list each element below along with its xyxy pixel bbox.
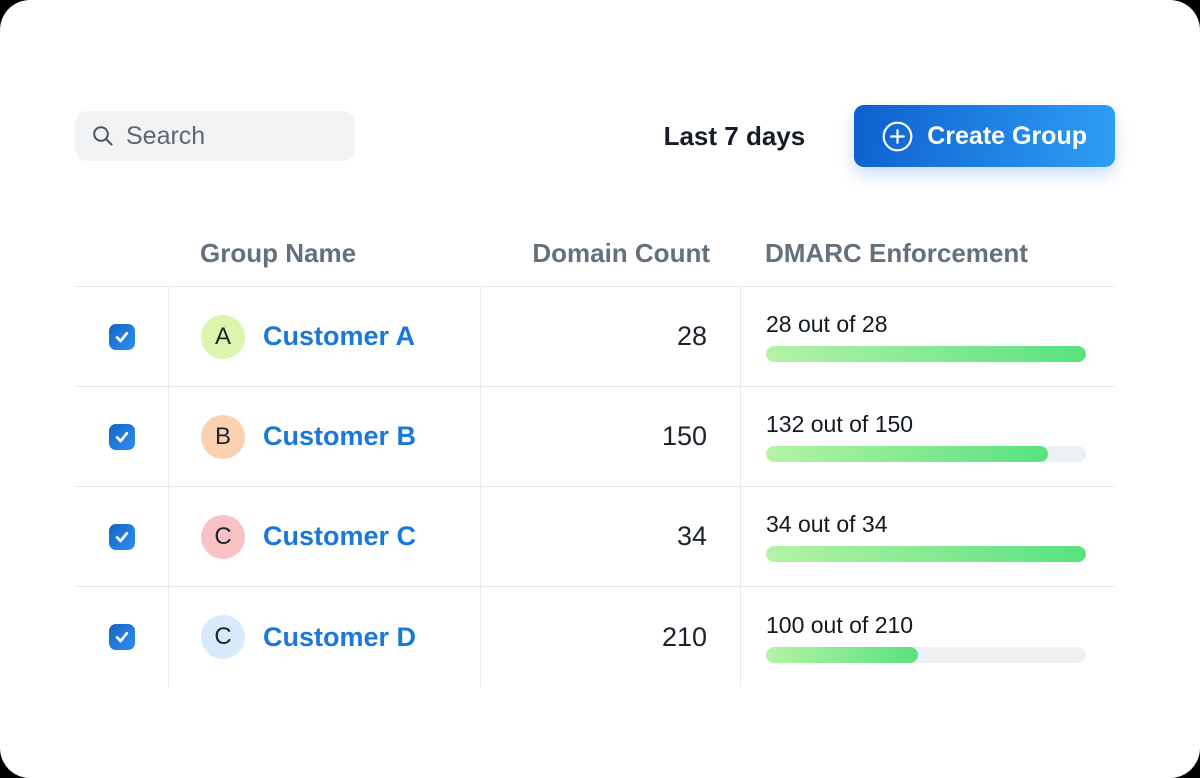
table-row: C Customer D 210 100 out of 210 [75, 587, 1115, 687]
avatar-letter: A [215, 323, 231, 351]
checkmark-icon [113, 328, 131, 346]
avatar-letter: B [215, 423, 231, 451]
search-icon [91, 124, 115, 148]
checkmark-icon [113, 428, 131, 446]
avatar: A [201, 315, 245, 359]
group-name-link[interactable]: Customer D [263, 622, 416, 653]
domain-count-cell: 34 [480, 487, 740, 586]
progress-fill [766, 346, 1086, 362]
table-header: Group Name Domain Count DMARC Enforcemen… [75, 220, 1115, 287]
enforcement-label: 28 out of 28 [766, 311, 888, 338]
select-cell [75, 587, 168, 687]
group-name-link[interactable]: Customer B [263, 421, 416, 452]
select-cell [75, 487, 168, 586]
enforcement-label: 100 out of 210 [766, 612, 913, 639]
column-header-dmarc-enforcement: DMARC Enforcement [740, 238, 1115, 269]
enforcement-label: 34 out of 34 [766, 511, 888, 538]
group-name-cell: A Customer A [168, 287, 480, 386]
main-content: Last 7 days Create Group Group Name Doma… [75, 0, 1115, 687]
domain-count-cell: 210 [480, 587, 740, 687]
domain-count-cell: 150 [480, 387, 740, 486]
dmarc-cell: 34 out of 34 [740, 487, 1115, 586]
create-group-button[interactable]: Create Group [854, 105, 1115, 167]
group-name-cell: B Customer B [168, 387, 480, 486]
domain-count-value: 28 [677, 321, 707, 352]
select-cell [75, 287, 168, 386]
checkmark-icon [113, 628, 131, 646]
search-box[interactable] [75, 111, 355, 161]
date-range-selector[interactable]: Last 7 days [664, 121, 806, 152]
checkmark-icon [113, 528, 131, 546]
progress-bar [766, 647, 1086, 663]
avatar: B [201, 415, 245, 459]
column-header-group-name: Group Name [168, 238, 480, 269]
toolbar: Last 7 days Create Group [75, 105, 1115, 167]
dmarc-cell: 132 out of 150 [740, 387, 1115, 486]
select-cell [75, 387, 168, 486]
progress-bar [766, 446, 1086, 462]
group-name-link[interactable]: Customer A [263, 321, 415, 352]
group-name-cell: C Customer C [168, 487, 480, 586]
card: Last 7 days Create Group Group Name Doma… [0, 0, 1200, 778]
domain-count-value: 34 [677, 521, 707, 552]
row-checkbox[interactable] [109, 424, 135, 450]
domain-count-cell: 28 [480, 287, 740, 386]
avatar-letter: C [214, 623, 231, 651]
search-input[interactable] [126, 122, 341, 151]
groups-table: Group Name Domain Count DMARC Enforcemen… [75, 220, 1115, 687]
dmarc-cell: 28 out of 28 [740, 287, 1115, 386]
group-name-link[interactable]: Customer C [263, 521, 416, 552]
progress-fill [766, 546, 1086, 562]
avatar: C [201, 515, 245, 559]
table-body: A Customer A 28 28 out of 28 B Cus [75, 287, 1115, 687]
progress-fill [766, 647, 918, 663]
table-row: B Customer B 150 132 out of 150 [75, 387, 1115, 487]
group-name-cell: C Customer D [168, 587, 480, 687]
table-row: C Customer C 34 34 out of 34 [75, 487, 1115, 587]
table-row: A Customer A 28 28 out of 28 [75, 287, 1115, 387]
row-checkbox[interactable] [109, 624, 135, 650]
avatar: C [201, 615, 245, 659]
domain-count-value: 210 [662, 622, 707, 653]
avatar-letter: C [214, 523, 231, 551]
progress-bar [766, 546, 1086, 562]
progress-fill [766, 446, 1048, 462]
plus-circle-icon [882, 121, 913, 152]
dmarc-cell: 100 out of 210 [740, 587, 1115, 687]
row-checkbox[interactable] [109, 524, 135, 550]
enforcement-label: 132 out of 150 [766, 411, 913, 438]
column-header-domain-count: Domain Count [480, 238, 740, 269]
create-group-label: Create Group [927, 122, 1087, 151]
domain-count-value: 150 [662, 421, 707, 452]
row-checkbox[interactable] [109, 324, 135, 350]
progress-bar [766, 346, 1086, 362]
